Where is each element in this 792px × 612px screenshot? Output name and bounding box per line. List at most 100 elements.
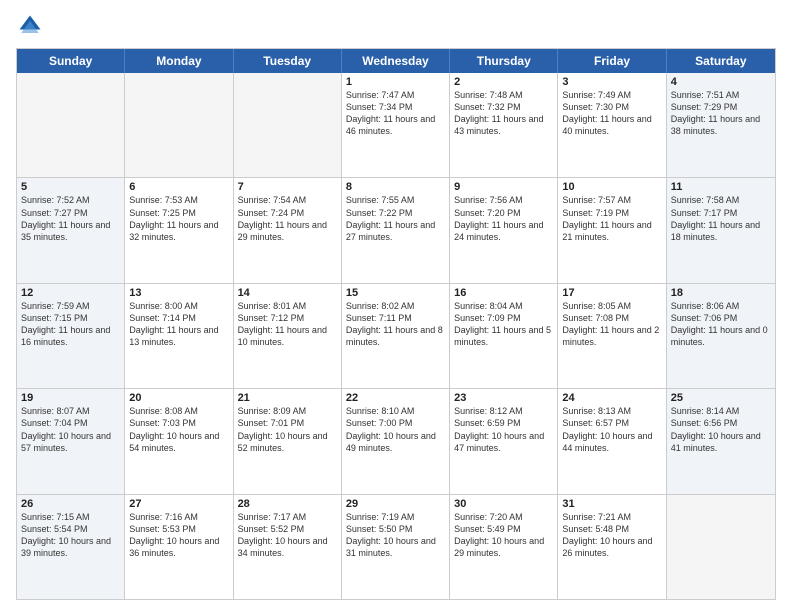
cell-info: Sunrise: 8:13 AMSunset: 6:57 PMDaylight:… — [562, 405, 661, 454]
calendar-cell — [125, 73, 233, 177]
day-header: Wednesday — [342, 49, 450, 73]
calendar-cell: 30Sunrise: 7:20 AMSunset: 5:49 PMDayligh… — [450, 495, 558, 599]
day-headers: SundayMondayTuesdayWednesdayThursdayFrid… — [17, 49, 775, 73]
week-row: 1Sunrise: 7:47 AMSunset: 7:34 PMDaylight… — [17, 73, 775, 177]
page: SundayMondayTuesdayWednesdayThursdayFrid… — [0, 0, 792, 612]
cell-day-number: 24 — [562, 392, 661, 404]
cell-info: Sunrise: 7:21 AMSunset: 5:48 PMDaylight:… — [562, 511, 661, 560]
calendar-cell: 3Sunrise: 7:49 AMSunset: 7:30 PMDaylight… — [558, 73, 666, 177]
day-header: Sunday — [17, 49, 125, 73]
cell-day-number: 6 — [129, 181, 228, 193]
calendar-cell: 28Sunrise: 7:17 AMSunset: 5:52 PMDayligh… — [234, 495, 342, 599]
cell-info: Sunrise: 7:49 AMSunset: 7:30 PMDaylight:… — [562, 89, 661, 138]
logo — [16, 12, 48, 40]
cell-info: Sunrise: 8:07 AMSunset: 7:04 PMDaylight:… — [21, 405, 120, 454]
cell-day-number: 3 — [562, 76, 661, 88]
cell-day-number: 18 — [671, 287, 771, 299]
cell-day-number: 20 — [129, 392, 228, 404]
cell-day-number: 26 — [21, 498, 120, 510]
calendar-cell: 4Sunrise: 7:51 AMSunset: 7:29 PMDaylight… — [667, 73, 775, 177]
calendar-cell: 26Sunrise: 7:15 AMSunset: 5:54 PMDayligh… — [17, 495, 125, 599]
cell-info: Sunrise: 8:00 AMSunset: 7:14 PMDaylight:… — [129, 300, 228, 349]
calendar-cell — [17, 73, 125, 177]
cell-info: Sunrise: 8:14 AMSunset: 6:56 PMDaylight:… — [671, 405, 771, 454]
cell-info: Sunrise: 8:08 AMSunset: 7:03 PMDaylight:… — [129, 405, 228, 454]
calendar-cell: 23Sunrise: 8:12 AMSunset: 6:59 PMDayligh… — [450, 389, 558, 493]
calendar-cell: 11Sunrise: 7:58 AMSunset: 7:17 PMDayligh… — [667, 178, 775, 282]
cell-info: Sunrise: 7:52 AMSunset: 7:27 PMDaylight:… — [21, 194, 120, 243]
calendar-cell — [667, 495, 775, 599]
calendar-cell: 9Sunrise: 7:56 AMSunset: 7:20 PMDaylight… — [450, 178, 558, 282]
day-header: Monday — [125, 49, 233, 73]
cell-info: Sunrise: 8:10 AMSunset: 7:00 PMDaylight:… — [346, 405, 445, 454]
cell-day-number: 9 — [454, 181, 553, 193]
calendar-cell: 18Sunrise: 8:06 AMSunset: 7:06 PMDayligh… — [667, 284, 775, 388]
cell-info: Sunrise: 8:06 AMSunset: 7:06 PMDaylight:… — [671, 300, 771, 349]
week-row: 19Sunrise: 8:07 AMSunset: 7:04 PMDayligh… — [17, 388, 775, 493]
cell-day-number: 10 — [562, 181, 661, 193]
calendar-cell: 16Sunrise: 8:04 AMSunset: 7:09 PMDayligh… — [450, 284, 558, 388]
cell-day-number: 21 — [238, 392, 337, 404]
calendar-cell — [234, 73, 342, 177]
cell-info: Sunrise: 8:12 AMSunset: 6:59 PMDaylight:… — [454, 405, 553, 454]
cell-info: Sunrise: 8:02 AMSunset: 7:11 PMDaylight:… — [346, 300, 445, 349]
cell-day-number: 13 — [129, 287, 228, 299]
cell-info: Sunrise: 7:57 AMSunset: 7:19 PMDaylight:… — [562, 194, 661, 243]
day-header: Thursday — [450, 49, 558, 73]
cell-info: Sunrise: 7:17 AMSunset: 5:52 PMDaylight:… — [238, 511, 337, 560]
cell-info: Sunrise: 7:55 AMSunset: 7:22 PMDaylight:… — [346, 194, 445, 243]
day-header: Tuesday — [234, 49, 342, 73]
calendar-cell: 31Sunrise: 7:21 AMSunset: 5:48 PMDayligh… — [558, 495, 666, 599]
cell-day-number: 5 — [21, 181, 120, 193]
calendar-cell: 1Sunrise: 7:47 AMSunset: 7:34 PMDaylight… — [342, 73, 450, 177]
cell-day-number: 17 — [562, 287, 661, 299]
cell-day-number: 23 — [454, 392, 553, 404]
cell-info: Sunrise: 7:54 AMSunset: 7:24 PMDaylight:… — [238, 194, 337, 243]
calendar-cell: 21Sunrise: 8:09 AMSunset: 7:01 PMDayligh… — [234, 389, 342, 493]
cell-day-number: 22 — [346, 392, 445, 404]
calendar-cell: 12Sunrise: 7:59 AMSunset: 7:15 PMDayligh… — [17, 284, 125, 388]
week-row: 12Sunrise: 7:59 AMSunset: 7:15 PMDayligh… — [17, 283, 775, 388]
calendar-cell: 8Sunrise: 7:55 AMSunset: 7:22 PMDaylight… — [342, 178, 450, 282]
cell-day-number: 28 — [238, 498, 337, 510]
cell-info: Sunrise: 7:19 AMSunset: 5:50 PMDaylight:… — [346, 511, 445, 560]
cell-info: Sunrise: 7:20 AMSunset: 5:49 PMDaylight:… — [454, 511, 553, 560]
cell-day-number: 11 — [671, 181, 771, 193]
cell-day-number: 14 — [238, 287, 337, 299]
cell-day-number: 19 — [21, 392, 120, 404]
calendar-cell: 5Sunrise: 7:52 AMSunset: 7:27 PMDaylight… — [17, 178, 125, 282]
calendar-cell: 27Sunrise: 7:16 AMSunset: 5:53 PMDayligh… — [125, 495, 233, 599]
cell-day-number: 27 — [129, 498, 228, 510]
cell-day-number: 2 — [454, 76, 553, 88]
cell-day-number: 4 — [671, 76, 771, 88]
weeks: 1Sunrise: 7:47 AMSunset: 7:34 PMDaylight… — [17, 73, 775, 599]
header — [16, 12, 776, 40]
calendar-cell: 29Sunrise: 7:19 AMSunset: 5:50 PMDayligh… — [342, 495, 450, 599]
calendar-cell: 19Sunrise: 8:07 AMSunset: 7:04 PMDayligh… — [17, 389, 125, 493]
calendar-cell: 2Sunrise: 7:48 AMSunset: 7:32 PMDaylight… — [450, 73, 558, 177]
calendar-cell: 17Sunrise: 8:05 AMSunset: 7:08 PMDayligh… — [558, 284, 666, 388]
cell-info: Sunrise: 7:56 AMSunset: 7:20 PMDaylight:… — [454, 194, 553, 243]
cell-info: Sunrise: 7:51 AMSunset: 7:29 PMDaylight:… — [671, 89, 771, 138]
cell-info: Sunrise: 7:59 AMSunset: 7:15 PMDaylight:… — [21, 300, 120, 349]
cell-info: Sunrise: 7:58 AMSunset: 7:17 PMDaylight:… — [671, 194, 771, 243]
cell-day-number: 30 — [454, 498, 553, 510]
cell-day-number: 12 — [21, 287, 120, 299]
calendar-cell: 13Sunrise: 8:00 AMSunset: 7:14 PMDayligh… — [125, 284, 233, 388]
cell-info: Sunrise: 7:16 AMSunset: 5:53 PMDaylight:… — [129, 511, 228, 560]
cell-info: Sunrise: 8:09 AMSunset: 7:01 PMDaylight:… — [238, 405, 337, 454]
cell-info: Sunrise: 7:15 AMSunset: 5:54 PMDaylight:… — [21, 511, 120, 560]
cell-day-number: 8 — [346, 181, 445, 193]
calendar-cell: 22Sunrise: 8:10 AMSunset: 7:00 PMDayligh… — [342, 389, 450, 493]
calendar: SundayMondayTuesdayWednesdayThursdayFrid… — [16, 48, 776, 600]
calendar-cell: 25Sunrise: 8:14 AMSunset: 6:56 PMDayligh… — [667, 389, 775, 493]
cell-info: Sunrise: 8:01 AMSunset: 7:12 PMDaylight:… — [238, 300, 337, 349]
calendar-cell: 24Sunrise: 8:13 AMSunset: 6:57 PMDayligh… — [558, 389, 666, 493]
calendar-cell: 15Sunrise: 8:02 AMSunset: 7:11 PMDayligh… — [342, 284, 450, 388]
cell-day-number: 1 — [346, 76, 445, 88]
logo-icon — [16, 12, 44, 40]
calendar-cell: 7Sunrise: 7:54 AMSunset: 7:24 PMDaylight… — [234, 178, 342, 282]
cell-day-number: 15 — [346, 287, 445, 299]
cell-day-number: 7 — [238, 181, 337, 193]
calendar-cell: 10Sunrise: 7:57 AMSunset: 7:19 PMDayligh… — [558, 178, 666, 282]
